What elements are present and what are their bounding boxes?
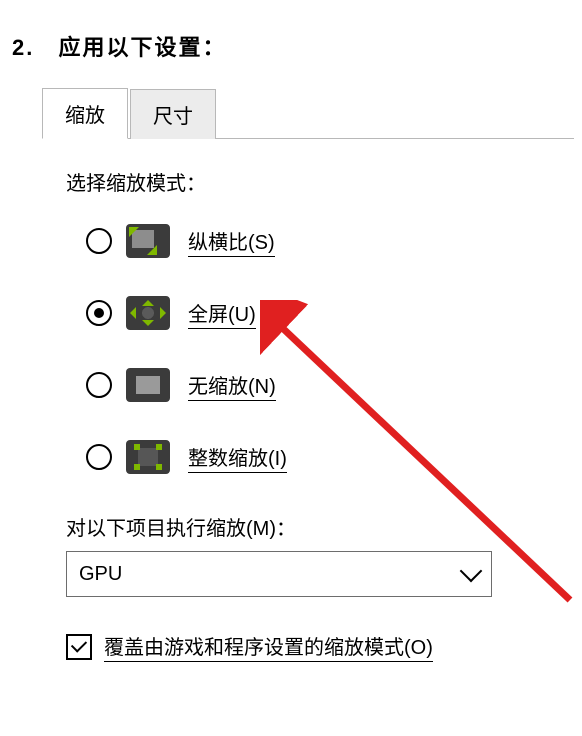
radio-indicator <box>86 444 112 470</box>
step-title: 应用以下设置： <box>58 35 226 60</box>
radio-indicator <box>86 228 112 254</box>
radio-label: 整数缩放(I) <box>188 442 287 473</box>
aspect-ratio-icon <box>126 224 170 258</box>
integer-scaling-icon <box>126 440 170 474</box>
perform-scaling-on-label: 对以下项目执行缩放(M)： <box>66 512 550 541</box>
perform-scaling-on-section: 对以下项目执行缩放(M)： GPU <box>66 512 550 597</box>
scaling-mode-radio-group: 纵横比(S) 全屏(U) 无缩放(N) 整数缩放(I) <box>86 224 550 474</box>
tab-bar: 缩放 尺寸 <box>42 92 574 139</box>
tab-scaling[interactable]: 缩放 <box>42 88 128 139</box>
radio-label: 纵横比(S) <box>188 226 275 257</box>
scaling-mode-label: 选择缩放模式： <box>66 167 550 196</box>
radio-no-scaling[interactable]: 无缩放(N) <box>86 368 550 402</box>
dropdown-value: GPU <box>79 563 122 586</box>
tab-size[interactable]: 尺寸 <box>130 89 216 139</box>
radio-fullscreen[interactable]: 全屏(U) <box>86 296 550 330</box>
fullscreen-icon <box>126 296 170 330</box>
checkbox-indicator <box>66 634 92 660</box>
step-header: 2. 应用以下设置： <box>12 30 227 62</box>
radio-indicator <box>86 300 112 326</box>
perform-scaling-on-dropdown[interactable]: GPU <box>66 551 492 597</box>
override-scaling-checkbox-row[interactable]: 覆盖由游戏和程序设置的缩放模式(O) <box>66 631 550 662</box>
no-scaling-icon <box>126 368 170 402</box>
settings-panel: 缩放 尺寸 选择缩放模式： 纵横比(S) 全屏(U) <box>42 92 574 662</box>
tab-content-scaling: 选择缩放模式： 纵横比(S) 全屏(U) 无缩放(N) <box>42 139 574 662</box>
radio-label: 全屏(U) <box>188 298 256 329</box>
radio-aspect-ratio[interactable]: 纵横比(S) <box>86 224 550 258</box>
step-number: 2. <box>12 35 34 60</box>
radio-indicator <box>86 372 112 398</box>
override-scaling-label: 覆盖由游戏和程序设置的缩放模式(O) <box>104 631 433 662</box>
radio-integer-scaling[interactable]: 整数缩放(I) <box>86 440 550 474</box>
chevron-down-icon <box>460 560 483 583</box>
radio-label: 无缩放(N) <box>188 370 276 401</box>
